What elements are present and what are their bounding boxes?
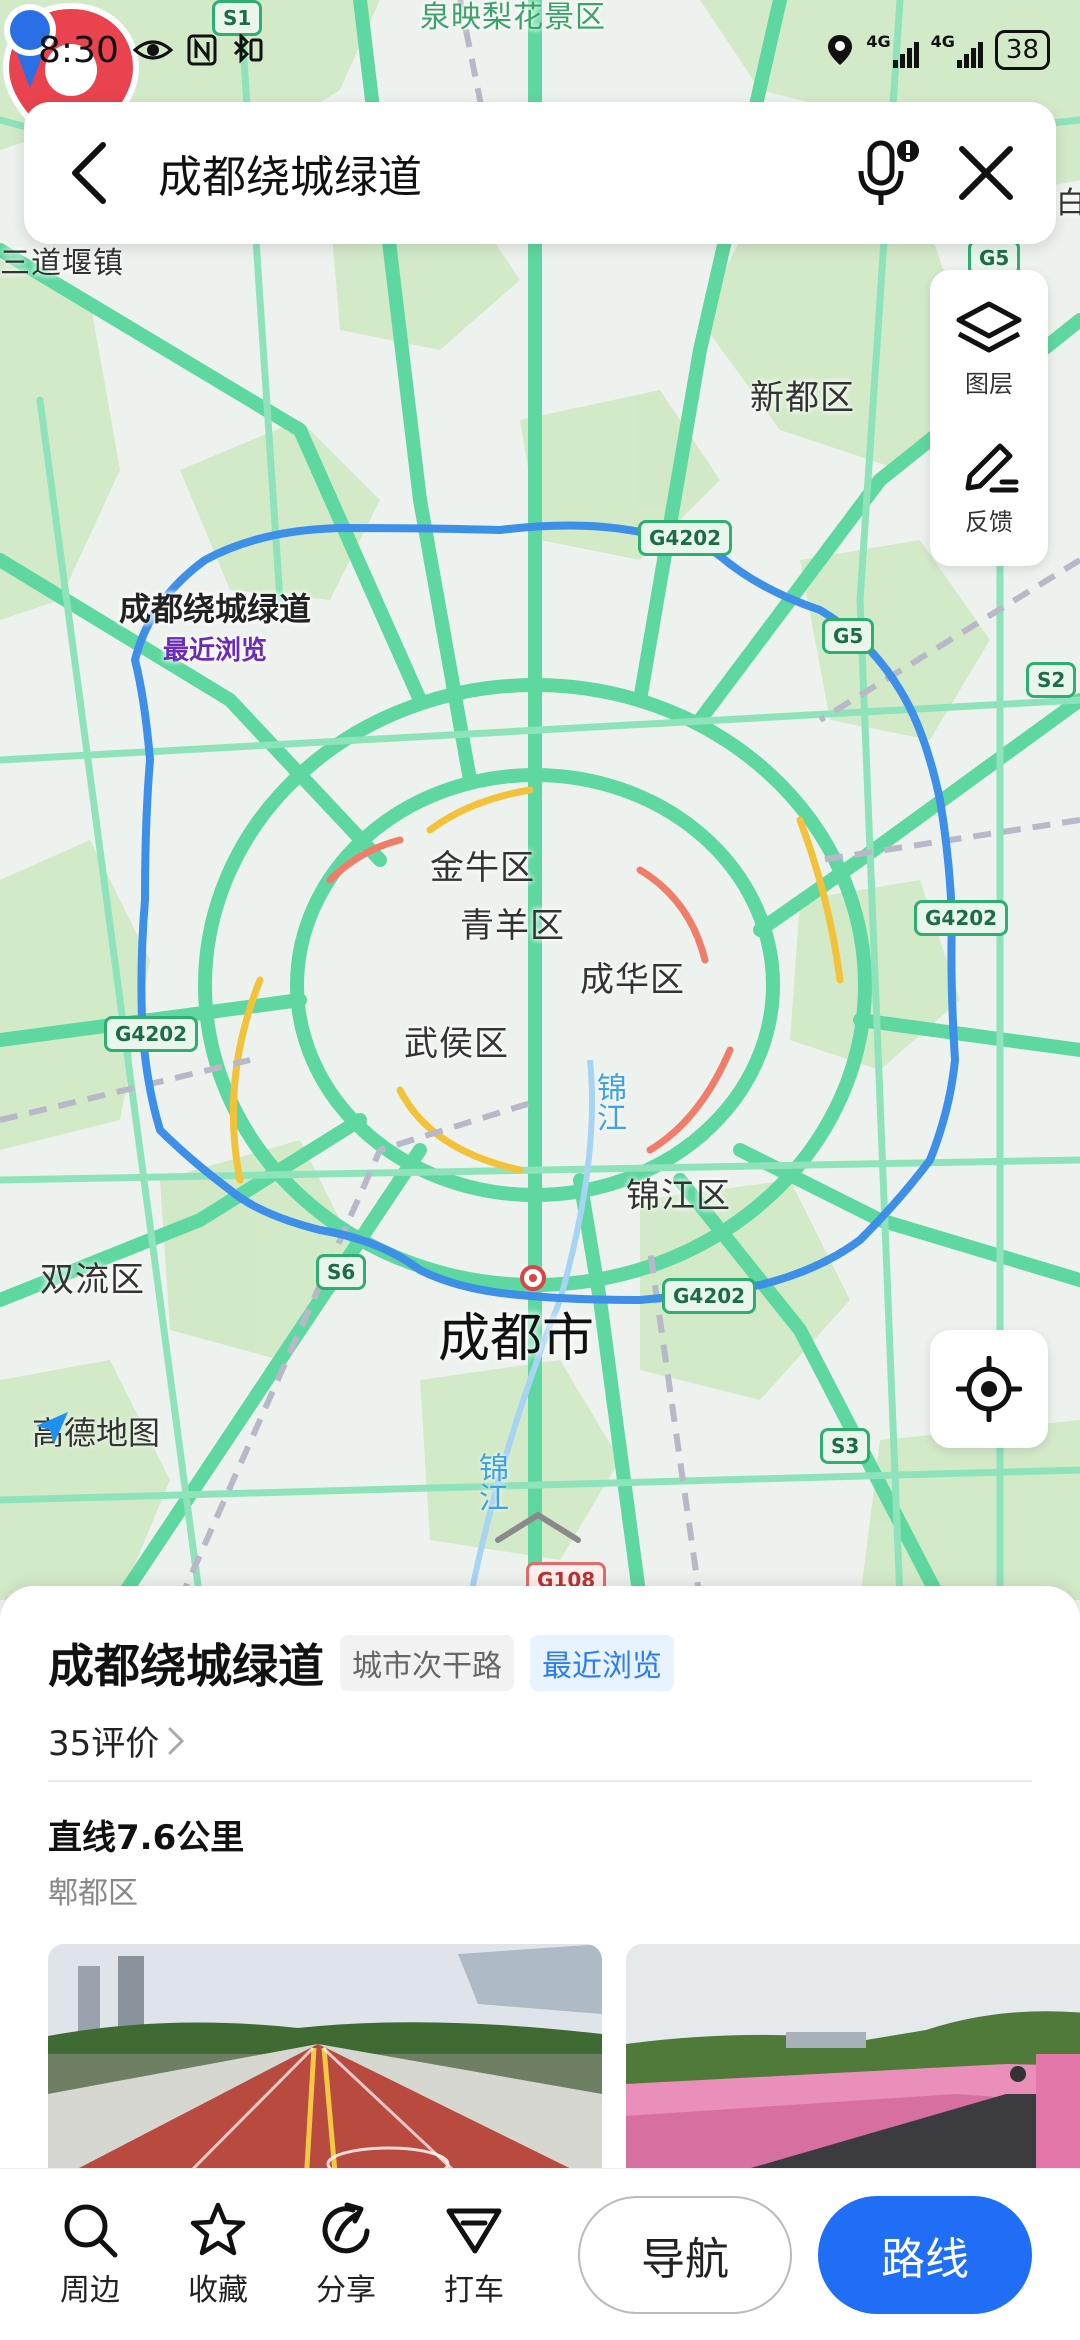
favorite-label: 收藏	[188, 2272, 248, 2308]
feedback-button[interactable]: 反馈	[958, 438, 1020, 537]
status-time: 8:30	[38, 29, 119, 71]
place-photo-1[interactable]	[48, 1944, 602, 2184]
back-arrow-icon	[72, 142, 106, 204]
road-shield-g4202-right: G4202	[914, 900, 1009, 936]
place-name: 成都绕城绿道	[48, 1639, 324, 1693]
town-label-santaoyan: 三道堰镇	[0, 246, 124, 281]
search-icon	[64, 2204, 118, 2257]
close-search-button[interactable]	[946, 133, 1026, 213]
voice-search-button[interactable]	[848, 133, 928, 213]
taxi-icon	[446, 2208, 502, 2253]
map-tool-panel: 图层 反馈	[930, 270, 1048, 566]
signal-1-icon: 4G	[866, 32, 919, 68]
vibrate-bluetooth-icon	[233, 34, 263, 64]
district-label-jinjiang: 锦江区	[626, 1176, 731, 1216]
nfc-icon	[187, 34, 217, 66]
navigate-button[interactable]: 导航	[578, 2195, 792, 2314]
category-tag: 城市次干路	[340, 1635, 514, 1691]
recent-tag: 最近浏览	[530, 1635, 674, 1691]
road-shield-s3: S3	[820, 1428, 871, 1464]
route-button[interactable]: 路线	[818, 2195, 1032, 2314]
district-label-shuangliu: 双流区	[40, 1260, 145, 1300]
location-status-icon	[828, 35, 853, 65]
battery-indicator: 38	[994, 30, 1050, 70]
pin-subtitle: 最近浏览	[162, 636, 267, 666]
layers-label: 图层	[965, 369, 1013, 398]
back-button[interactable]	[54, 138, 124, 208]
gaode-logo-icon	[36, 1412, 68, 1444]
share-icon	[322, 2202, 370, 2253]
share-button[interactable]: 分享	[296, 2201, 396, 2309]
chevron-right-icon	[168, 1727, 185, 1754]
network-type-1: 4G	[866, 32, 891, 51]
nearby-label: 周边	[60, 2272, 120, 2308]
district-label-xindu: 新都区	[750, 378, 855, 418]
taxi-label: 打车	[444, 2272, 504, 2308]
road-shield-g4202-top: G4202	[638, 520, 733, 556]
feedback-label: 反馈	[965, 507, 1013, 536]
reviews-link[interactable]: 35评价	[48, 1716, 185, 1765]
layers-button[interactable]: 图层	[955, 300, 1023, 399]
signal-2-icon: 4G	[931, 32, 983, 68]
edge-label-right: 白	[1056, 186, 1080, 221]
eye-icon	[132, 40, 173, 60]
district-label-qingyang: 青羊区	[460, 906, 565, 946]
share-label: 分享	[316, 2272, 376, 2308]
locate-me-button[interactable]	[930, 1330, 1048, 1448]
favorite-button[interactable]: 收藏	[168, 2201, 268, 2309]
river-label-1: 锦江	[591, 1072, 626, 1132]
network-type-2: 4G	[930, 32, 955, 51]
close-icon	[959, 146, 1013, 200]
road-shield-g5: G5	[822, 618, 875, 654]
map-watermark: 高德地图	[32, 1408, 160, 1454]
taxi-button[interactable]: 打车	[424, 2201, 524, 2309]
crosshair-icon	[956, 1356, 1022, 1422]
road-shield-s2: S2	[1026, 662, 1077, 698]
distance-text: 直线7.6公里	[48, 1818, 245, 1858]
action-bar: 周边 收藏 分享 打车 导航 路线	[0, 2168, 1080, 2340]
road-shield-s6: S6	[316, 1254, 367, 1290]
status-bar: 8:30 4G 4G 38	[0, 0, 1080, 100]
search-bar[interactable]: 成都绕城绿道	[24, 102, 1056, 244]
greenway-photo-2-image	[626, 1944, 1080, 2184]
search-query-text[interactable]: 成都绕城绿道	[158, 141, 830, 205]
microphone-icon	[858, 140, 919, 205]
road-shield-g4202-left: G4202	[104, 1016, 199, 1052]
star-icon	[190, 2202, 246, 2255]
nearby-button[interactable]: 周边	[40, 2201, 140, 2309]
district-label-wuhou: 武侯区	[404, 1024, 509, 1064]
battery-level: 38	[1005, 35, 1039, 65]
reviews-count: 35评价	[48, 1724, 160, 1764]
greenway-photo-1-image	[48, 1944, 602, 2184]
district-label-chenghua: 成华区	[580, 960, 685, 1000]
feedback-pencil-icon	[965, 443, 1019, 492]
place-title-row: 成都绕城绿道 城市次干路 最近浏览	[48, 1630, 674, 1696]
place-district: 郫都区	[48, 1876, 138, 1911]
district-label-jinniu: 金牛区	[430, 848, 535, 888]
pin-title[interactable]: 成都绕城绿道	[100, 584, 330, 630]
layers-icon	[956, 301, 1022, 352]
place-photo-2[interactable]	[626, 1944, 1080, 2184]
city-label-chengdu: 成都市	[438, 1309, 595, 1369]
city-center-marker	[520, 1265, 546, 1291]
road-shield-g4202-bottom: G4202	[662, 1278, 757, 1314]
river-label-2: 锦江	[473, 1452, 508, 1512]
divider	[48, 1780, 1032, 1782]
